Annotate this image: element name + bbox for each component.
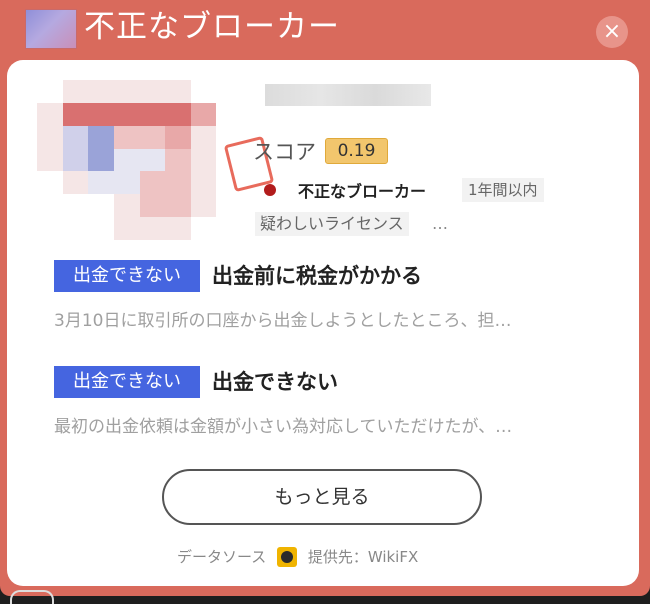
logo-pixel xyxy=(139,171,166,195)
logo-pixel xyxy=(216,194,242,218)
logo-pixel xyxy=(37,102,63,126)
logo-pixel xyxy=(88,194,114,218)
data-provider[interactable]: 提供先：WikiFX xyxy=(308,548,418,566)
review-title[interactable]: 出金前に税金がかかる xyxy=(212,260,422,292)
broker-card: スコア 0.19 不正なブローカー 1年間以内 疑わしいライセンス … 出金でき… xyxy=(7,60,639,586)
logo-pixel xyxy=(113,148,140,172)
logo-pixel xyxy=(216,217,242,240)
logo-pixel xyxy=(190,80,217,103)
review-text: 最初の出金依頼は金額が小さい為対応していただけたが、… xyxy=(54,417,513,437)
broker-logo-icon xyxy=(25,9,77,49)
logo-pixel xyxy=(37,217,63,240)
logo-pixel xyxy=(62,217,89,240)
logo-pixel xyxy=(139,80,166,103)
logo-pixel xyxy=(165,125,191,149)
logo-pixel xyxy=(88,80,114,103)
logo-pixel xyxy=(62,194,89,218)
logo-pixel xyxy=(216,80,242,103)
logo-pixel xyxy=(139,102,166,126)
review-badge: 出金できない xyxy=(54,260,200,292)
logo-pixel xyxy=(113,171,140,195)
review-badge: 出金できない xyxy=(54,366,200,398)
broker-popup: 不正なブローカー × スコア 0.19 不正なブローカー 1年間以内 疑わしいラ… xyxy=(0,0,650,596)
logo-pixel xyxy=(139,148,166,172)
logo-pixel xyxy=(113,102,140,126)
logo-pixel xyxy=(190,194,217,218)
review-title[interactable]: 出金できない xyxy=(212,366,338,398)
logo-pixel xyxy=(37,80,63,103)
logo-pixel xyxy=(37,194,63,218)
logo-pixel xyxy=(88,125,114,149)
logo-pixel xyxy=(62,102,89,126)
logo-pixel xyxy=(62,125,89,149)
logo-pixel xyxy=(190,125,217,149)
broker-logo xyxy=(37,80,242,240)
logo-pixel xyxy=(37,125,63,149)
logo-pixel xyxy=(88,171,114,195)
logo-pixel xyxy=(37,148,63,172)
logo-pixel xyxy=(165,194,191,218)
logo-pixel xyxy=(165,217,191,240)
logo-pixel xyxy=(190,217,217,240)
logo-pixel xyxy=(216,102,242,126)
license-more: … xyxy=(432,214,448,233)
logo-pixel xyxy=(165,80,191,103)
logo-pixel xyxy=(88,217,114,240)
period-tag: 1年間以内 xyxy=(462,178,544,202)
logo-pixel xyxy=(62,80,89,103)
logo-pixel xyxy=(165,148,191,172)
data-source-label: データソース xyxy=(177,548,267,566)
score-label: スコア xyxy=(253,140,316,164)
logo-pixel xyxy=(190,102,217,126)
logo-pixel xyxy=(190,148,217,172)
popup-title: 不正なブローカー xyxy=(84,9,340,45)
logo-pixel xyxy=(139,217,166,240)
logo-pixel xyxy=(113,194,140,218)
see-more-button[interactable]: もっと見る xyxy=(162,469,482,525)
data-source: データソース 提供先：WikiFX xyxy=(177,546,418,568)
flag-icon xyxy=(264,184,276,196)
logo-pixel xyxy=(88,102,114,126)
score-value: 0.19 xyxy=(325,138,388,164)
logo-pixel xyxy=(88,148,114,172)
logo-pixel xyxy=(113,80,140,103)
logo-pixel xyxy=(165,102,191,126)
logo-pixel xyxy=(190,171,217,195)
broker-type-label: 不正なブローカー xyxy=(298,182,427,201)
logo-pixel xyxy=(113,217,140,240)
logo-pixel xyxy=(113,125,140,149)
wikifx-logo-icon xyxy=(277,546,298,567)
logo-pixel xyxy=(165,171,191,195)
logo-pixel xyxy=(62,148,89,172)
review-text: 3月10日に取引所の口座から出金しようとしたところ、担… xyxy=(54,311,512,331)
logo-pixel xyxy=(139,125,166,149)
logo-pixel xyxy=(62,171,89,195)
logo-pixel xyxy=(139,194,166,218)
license-tag: 疑わしいライセンス xyxy=(255,212,409,236)
broker-name-blurred xyxy=(265,84,431,106)
close-icon[interactable]: × xyxy=(596,16,628,48)
logo-pixel xyxy=(37,171,63,195)
